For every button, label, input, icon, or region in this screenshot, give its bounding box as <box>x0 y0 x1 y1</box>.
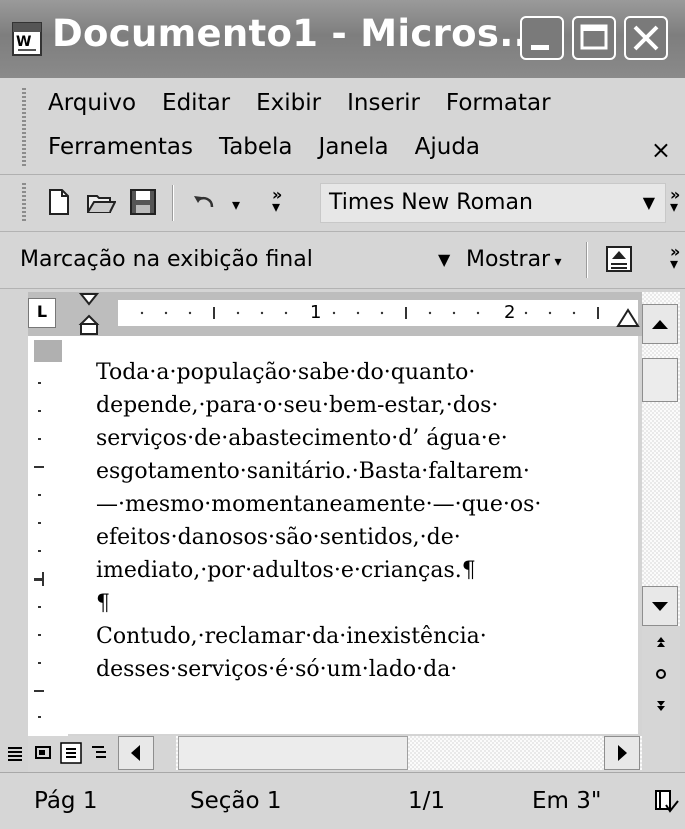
arrow-down-icon <box>652 602 668 611</box>
horizontal-scroll-thumb[interactable] <box>178 736 408 770</box>
undo-icon[interactable] <box>190 187 220 217</box>
vertical-ruler[interactable] <box>28 336 68 736</box>
show-menu-button[interactable]: Mostrar ▾ <box>466 240 562 282</box>
menu-inserir[interactable]: Inserir <box>347 90 420 116</box>
doc-line: imediato,·por·adultos·e·crianças.¶ <box>96 558 476 583</box>
horizontal-ruler[interactable]: L 1 2 <box>28 292 642 336</box>
menu-tabela[interactable]: Tabela <box>219 134 293 160</box>
doc-line: Toda·a·população·sabe·do·quanto· <box>96 360 476 385</box>
menu-row-1: Arquivo Editar Exibir Inserir Formatar <box>48 90 577 116</box>
menu-janela[interactable]: Janela <box>319 134 389 160</box>
outline-view-icon[interactable] <box>90 744 108 762</box>
next-page-icon[interactable] <box>652 698 670 714</box>
vertical-scrollbar[interactable] <box>642 292 680 736</box>
scroll-left-button[interactable] <box>118 736 154 770</box>
font-name-combobox[interactable]: Times New Roman ▼ <box>320 183 666 223</box>
open-folder-icon[interactable] <box>86 187 116 217</box>
font-name-value: Times New Roman <box>329 190 533 215</box>
review-overflow-chevron-icon[interactable]: » ▾ <box>670 244 680 272</box>
toolbar-overflow-chevron-icon[interactable]: » ▾ <box>670 187 680 215</box>
vertical-ruler-ticks <box>34 382 44 718</box>
menu-ferramentas[interactable]: Ferramentas <box>48 134 193 160</box>
scroll-thumb[interactable] <box>642 358 678 402</box>
close-document-button[interactable]: × <box>651 136 671 164</box>
ruler-ticks <box>140 307 599 319</box>
previous-page-icon[interactable] <box>652 634 670 650</box>
scroll-right-button[interactable] <box>604 736 640 770</box>
maximize-button[interactable] <box>572 16 616 60</box>
ruler-mark-1: 1 <box>310 302 322 323</box>
status-position: Em 3" <box>532 788 602 814</box>
spelling-status-book-icon[interactable] <box>652 787 680 815</box>
status-page-count: 1/1 <box>408 788 446 814</box>
print-layout-view-icon[interactable] <box>60 742 82 764</box>
right-indent-marker-icon[interactable] <box>616 308 640 330</box>
markup-view-combobox[interactable]: Marcação na exibição final ▼ <box>20 240 468 280</box>
scroll-down-button[interactable] <box>642 586 678 626</box>
arrow-right-icon <box>618 745 627 761</box>
menu-ajuda[interactable]: Ajuda <box>415 134 480 160</box>
svg-text:W: W <box>16 34 31 50</box>
document-page[interactable]: Toda·a·população·sabe·do·quanto· depende… <box>68 336 638 734</box>
view-and-scroll-bar <box>8 736 680 772</box>
reviewing-toolbar: Marcação na exibição final ▼ Mostrar ▾ »… <box>0 232 685 289</box>
ruler-mark-2: 2 <box>504 302 516 323</box>
doc-line: serviços·de·abastecimento·d’ água·e· <box>96 426 508 451</box>
doc-line: depende,·para·o·seu·bem-estar,·dos· <box>96 393 499 418</box>
title-bar[interactable]: W Documento1 - Micros... <box>0 0 685 78</box>
arrow-up-icon <box>652 320 668 329</box>
web-layout-view-icon[interactable] <box>34 744 52 762</box>
standard-toolbar: ▾ » ▾ Times New Roman ▼ » ▾ <box>0 175 685 232</box>
show-menu-label: Mostrar <box>466 247 551 272</box>
doc-line: Contudo,·reclamar·da·inexistência· <box>96 624 487 649</box>
doc-line: ¶ <box>96 591 110 616</box>
indent-marker-icon[interactable] <box>78 292 100 336</box>
status-bar: Pág 1 Seção 1 1/1 Em 3" <box>0 772 685 829</box>
top-margin-marker <box>34 340 62 362</box>
normal-view-icon[interactable] <box>6 744 24 762</box>
menu-row-2: Ferramentas Tabela Janela Ajuda <box>48 134 506 160</box>
new-document-icon[interactable] <box>44 187 74 217</box>
menu-grip[interactable] <box>22 88 26 166</box>
minimize-icon <box>531 45 549 50</box>
menu-formatar[interactable]: Formatar <box>446 90 551 116</box>
tab-selector-icon[interactable]: L <box>28 298 56 328</box>
menu-exibir[interactable]: Exibir <box>256 90 321 116</box>
status-section: Seção 1 <box>190 788 282 814</box>
doc-line: esgotamento·sanitário.·Basta·faltarem· <box>96 459 530 484</box>
arrow-left-icon <box>131 745 140 761</box>
more-buttons-chevron-icon[interactable]: » ▾ <box>272 187 282 215</box>
toolbar-grip[interactable] <box>22 183 26 223</box>
doc-line: —·mesmo·momentaneamente·—·que·os· <box>96 492 542 517</box>
horizontal-scrollbar[interactable] <box>176 736 642 770</box>
browse-buttons <box>642 626 680 736</box>
toolbar-separator <box>586 242 588 278</box>
menu-editar[interactable]: Editar <box>162 90 230 116</box>
document-body[interactable]: Toda·a·população·sabe·do·quanto· depende… <box>96 356 636 686</box>
menu-bar: Arquivo Editar Exibir Inserir Formatar Ferra… <box>0 78 685 175</box>
close-icon <box>633 25 659 51</box>
font-dropdown-arrow-icon[interactable]: ▼ <box>643 184 655 222</box>
undo-dropdown-arrow[interactable]: ▾ <box>232 195 240 214</box>
previous-change-icon[interactable] <box>604 244 634 274</box>
window-title: Documento1 - Micros... <box>52 12 543 55</box>
word-window: W Documento1 - Micros... Arquivo Editar Ex… <box>0 0 685 829</box>
select-browse-object-icon[interactable] <box>652 666 670 682</box>
toolbar-separator <box>172 185 174 221</box>
close-window-button[interactable] <box>624 16 668 60</box>
menu-arquivo[interactable]: Arquivo <box>48 90 136 116</box>
status-page: Pág 1 <box>34 788 98 814</box>
minimize-button[interactable] <box>520 16 564 60</box>
save-disk-icon[interactable] <box>128 187 158 217</box>
word-document-icon: W <box>12 22 42 56</box>
markup-view-value: Marcação na exibição final <box>20 247 313 272</box>
doc-line: efeitos·danosos·são·sentidos,·de· <box>96 525 461 550</box>
markup-dropdown-arrow-icon[interactable]: ▼ <box>438 240 450 280</box>
scroll-up-button[interactable] <box>642 304 678 344</box>
maximize-icon <box>580 24 608 50</box>
doc-line: desses·serviços·é·só·um·lado·da· <box>96 657 458 682</box>
